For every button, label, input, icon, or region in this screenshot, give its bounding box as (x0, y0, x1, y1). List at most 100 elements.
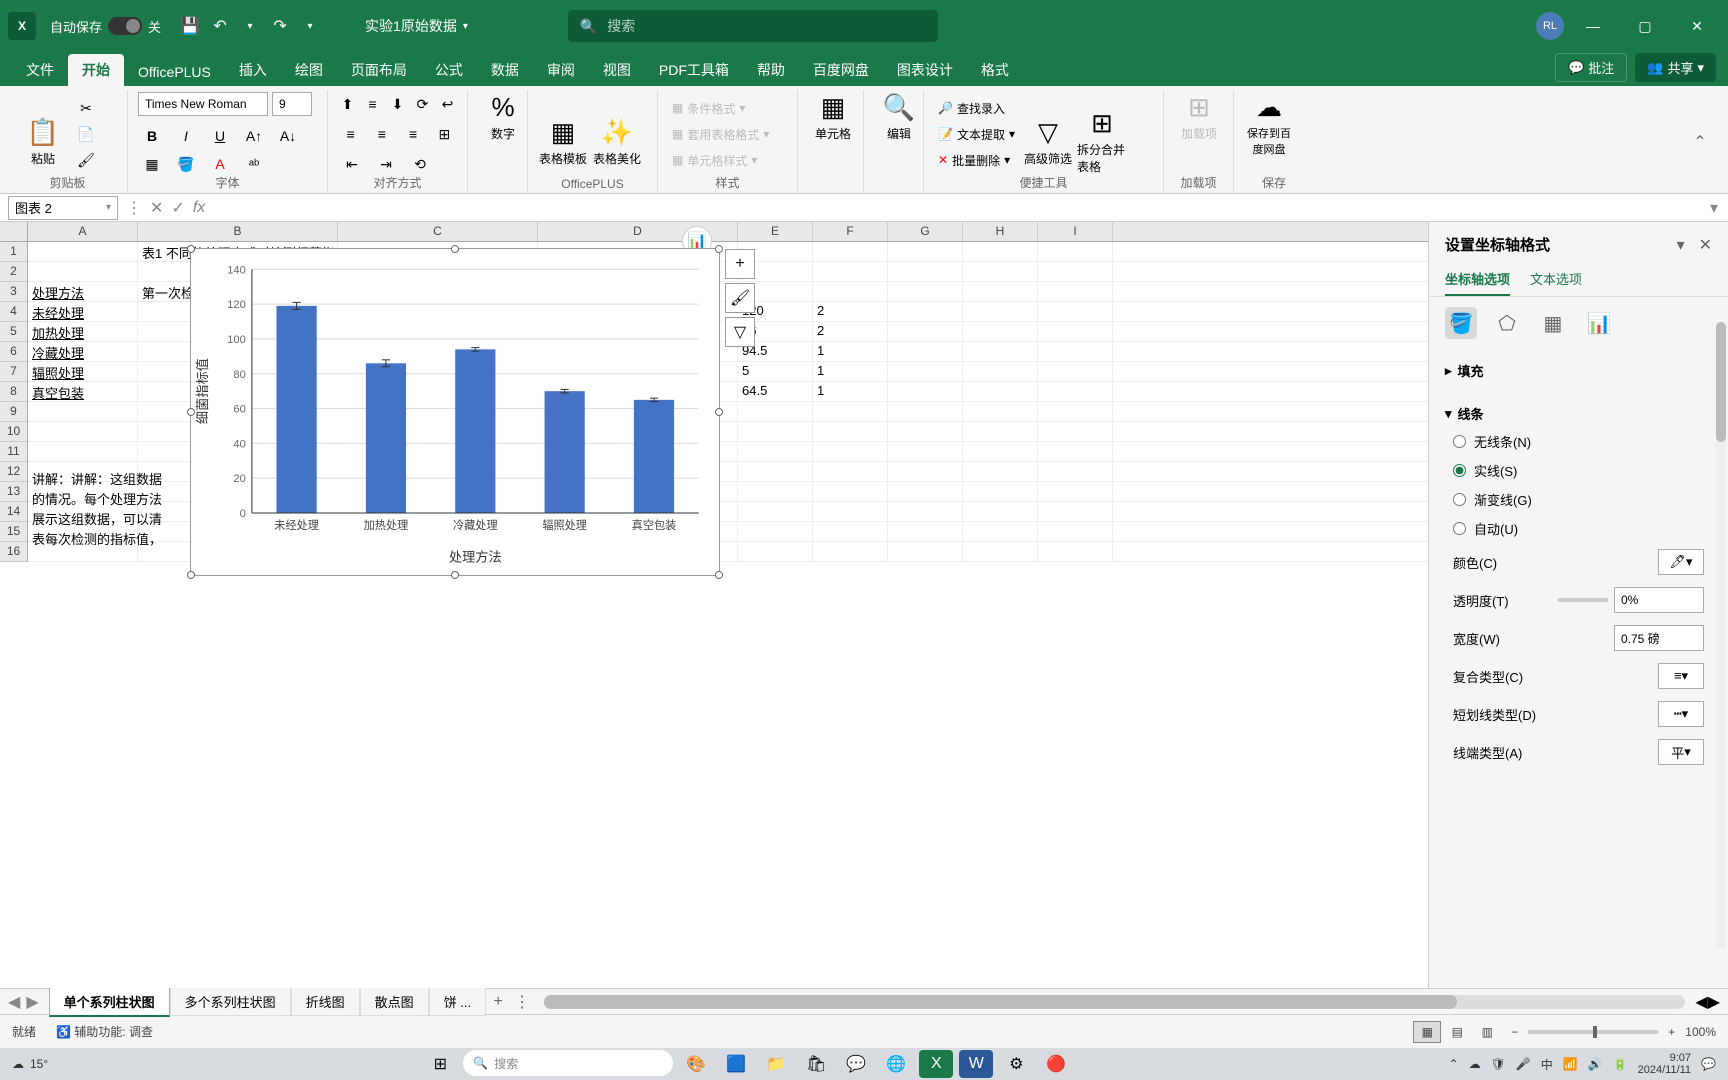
align-center-icon[interactable]: ≡ (369, 122, 394, 146)
cell[interactable] (738, 542, 813, 561)
tray-battery-icon[interactable]: 🔋 (1613, 1057, 1628, 1071)
pane-tab-axis-options[interactable]: 坐标轴选项 (1445, 263, 1510, 296)
tab-draw[interactable]: 绘图 (281, 54, 337, 86)
number-format-button[interactable]: %数字 (478, 92, 528, 142)
color-picker[interactable]: 🖊▾ (1658, 549, 1704, 575)
fill-color-icon[interactable]: 🪣 (172, 152, 200, 176)
minimize-button[interactable]: — (1570, 6, 1616, 46)
cell[interactable] (1038, 442, 1113, 461)
pane-scrollbar[interactable] (1716, 322, 1726, 948)
cell[interactable] (28, 402, 138, 421)
column-header[interactable]: H (963, 222, 1038, 241)
cell[interactable]: 1 (813, 382, 888, 401)
cell[interactable] (963, 542, 1038, 561)
column-header[interactable]: E (738, 222, 813, 241)
resize-handle[interactable] (187, 571, 195, 579)
cell[interactable] (888, 262, 963, 281)
column-header[interactable]: C (338, 222, 538, 241)
tab-officeplus[interactable]: OfficePLUS (124, 58, 225, 86)
cell[interactable] (963, 402, 1038, 421)
weather-widget[interactable]: ☁ 15° (12, 1057, 48, 1071)
cell[interactable]: 1 (813, 342, 888, 361)
resize-handle[interactable] (715, 245, 723, 253)
cell[interactable] (813, 442, 888, 461)
cell[interactable] (28, 262, 138, 281)
hscroll-left-icon[interactable]: ◀ (1695, 992, 1707, 1012)
tab-review[interactable]: 审阅 (533, 54, 589, 86)
cell[interactable] (963, 362, 1038, 381)
fx-icon[interactable]: fx (193, 199, 213, 217)
document-name[interactable]: 实验1原始数据 ▾ (365, 16, 468, 36)
lookup-button[interactable]: 🔎 查找录入 (934, 96, 1019, 120)
cell[interactable] (1038, 422, 1113, 441)
resize-handle[interactable] (187, 408, 195, 416)
tray-volume-icon[interactable]: 🔊 (1588, 1057, 1603, 1071)
transparency-slider[interactable] (1558, 598, 1608, 602)
sheet-tab-line[interactable]: 折线图 (291, 987, 360, 1016)
font-color-icon[interactable]: A (206, 152, 234, 176)
cell[interactable] (738, 522, 813, 541)
user-avatar[interactable]: RL (1536, 12, 1564, 40)
merge-icon[interactable]: ⊞ (432, 122, 457, 146)
cell[interactable] (1038, 502, 1113, 521)
cell[interactable] (888, 242, 963, 261)
task-edge-icon[interactable]: 🌐 (879, 1050, 913, 1078)
select-all-corner[interactable] (0, 222, 28, 241)
cell[interactable] (813, 262, 888, 281)
font-grow-icon[interactable]: A↑ (240, 124, 268, 148)
cell[interactable]: 真空包装 (28, 382, 138, 401)
task-app-2-icon[interactable]: 🟦 (719, 1050, 753, 1078)
maximize-button[interactable]: ▢ (1622, 6, 1668, 46)
row-header[interactable]: 4 (0, 302, 27, 322)
save-baidu-button[interactable]: ☁保存到百度网盘 (1244, 92, 1294, 157)
task-explorer-icon[interactable]: 📁 (759, 1050, 793, 1078)
confirm-icon[interactable]: ✓ (171, 198, 184, 218)
cell[interactable] (813, 242, 888, 261)
task-store-icon[interactable]: 🛍 (799, 1050, 833, 1078)
tray-onedrive-icon[interactable]: ☁ (1469, 1057, 1481, 1071)
cell[interactable] (1038, 522, 1113, 541)
underline-icon[interactable]: U (206, 124, 234, 148)
cell[interactable] (1038, 402, 1113, 421)
row-header[interactable]: 5 (0, 322, 27, 342)
tray-ime[interactable]: 中 (1541, 1056, 1553, 1073)
tray-wifi-icon[interactable]: 📶 (1563, 1057, 1578, 1071)
cells-button[interactable]: ▦单元格 (808, 92, 858, 142)
chart-elements-icon[interactable]: + (725, 249, 755, 279)
search-box[interactable]: 🔍 搜索 (568, 10, 938, 42)
tab-data[interactable]: 数据 (477, 54, 533, 86)
cell[interactable] (888, 402, 963, 421)
cell[interactable] (1038, 282, 1113, 301)
compound-select[interactable]: ≡▾ (1658, 663, 1704, 689)
cell[interactable] (28, 422, 138, 441)
undo-icon[interactable]: ↶ (205, 11, 235, 41)
row-header[interactable]: 1 (0, 242, 27, 262)
cell[interactable] (1038, 542, 1113, 561)
width-input[interactable] (1614, 625, 1704, 651)
cell[interactable] (813, 402, 888, 421)
cell[interactable] (813, 462, 888, 481)
row-header[interactable]: 10 (0, 422, 27, 442)
zoom-level[interactable]: 100% (1685, 1025, 1716, 1039)
axis-options-icon[interactable]: 📊 (1583, 307, 1615, 339)
task-wechat-icon[interactable]: 💬 (839, 1050, 873, 1078)
cell[interactable] (738, 442, 813, 461)
line-none-radio[interactable]: 无线条(N) (1445, 427, 1712, 456)
row-header[interactable]: 13 (0, 482, 27, 502)
cell[interactable]: 5 (738, 362, 813, 381)
cell[interactable] (888, 522, 963, 541)
cell[interactable] (888, 382, 963, 401)
cell[interactable]: 加热处理 (28, 322, 138, 341)
cell[interactable] (738, 462, 813, 481)
redo-dropdown-icon[interactable]: ▾ (295, 11, 325, 41)
cell[interactable] (738, 482, 813, 501)
font-name-select[interactable] (138, 92, 268, 116)
row-header[interactable]: 11 (0, 442, 27, 462)
undo-dropdown-icon[interactable]: ▾ (235, 11, 265, 41)
copy-icon[interactable]: 📄 (72, 122, 100, 146)
pane-close-icon[interactable]: ✕ (1699, 235, 1712, 255)
cell[interactable] (963, 302, 1038, 321)
cell[interactable] (888, 282, 963, 301)
tab-baidu[interactable]: 百度网盘 (799, 54, 883, 86)
cell[interactable] (888, 342, 963, 361)
